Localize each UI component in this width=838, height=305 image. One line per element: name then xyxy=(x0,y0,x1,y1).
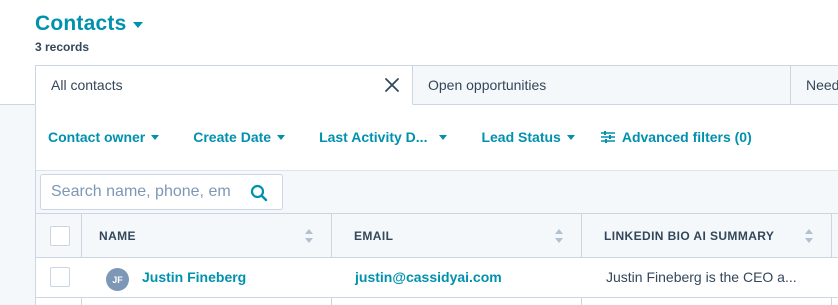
avatar: JF xyxy=(106,268,129,291)
page-title: Contacts xyxy=(35,12,127,35)
chevron-down-icon xyxy=(439,134,448,140)
column-header-email[interactable]: EMAIL xyxy=(354,213,393,258)
tab-need[interactable]: Need xyxy=(790,65,838,105)
chevron-down-icon xyxy=(277,134,286,140)
row-checkbox[interactable] xyxy=(50,267,70,287)
close-icon[interactable] xyxy=(384,77,400,93)
sort-icon[interactable] xyxy=(805,229,813,243)
filter-label: Create Date xyxy=(193,129,272,145)
page-header: Contacts 3 records xyxy=(35,12,144,54)
contact-name-link[interactable]: Justin Fineberg xyxy=(142,269,246,285)
filter-create-date[interactable]: Create Date xyxy=(193,129,286,145)
chevron-down-icon xyxy=(151,134,160,140)
tab-all-contacts[interactable]: All contacts xyxy=(35,65,413,105)
linkedin-summary-cell: Justin Fineberg is the CEO a... xyxy=(606,269,797,285)
column-header-label: NAME xyxy=(99,228,136,243)
search-icon[interactable] xyxy=(250,184,268,202)
chevron-down-icon xyxy=(133,22,144,28)
filter-label: Contact owner xyxy=(48,129,146,145)
filter-contact-owner[interactable]: Contact owner xyxy=(48,129,160,145)
column-header-label: LINKEDIN BIO AI SUMMARY xyxy=(604,228,775,243)
sort-icon[interactable] xyxy=(555,229,563,243)
filter-label: Lead Status xyxy=(481,129,561,145)
tab-label: Open opportunities xyxy=(428,77,547,93)
contacts-view-dropdown[interactable]: Contacts xyxy=(35,12,144,36)
sort-icon[interactable] xyxy=(305,229,313,243)
filter-label: Last Activity D... xyxy=(319,129,428,145)
search-input[interactable] xyxy=(51,183,241,201)
record-count: 3 records xyxy=(35,40,90,54)
tab-open-opportunities[interactable]: Open opportunities xyxy=(412,65,791,105)
column-header-name[interactable]: NAME xyxy=(99,213,136,258)
advanced-filters-button[interactable]: Advanced filters (0) xyxy=(600,129,752,145)
table-row: JF Justin Fineberg justin@cassidyai.com … xyxy=(36,258,838,298)
filter-bar: Contact owner Create Date Last Activity … xyxy=(48,128,752,146)
contact-email-link[interactable]: justin@cassidyai.com xyxy=(355,269,502,285)
filter-sliders-icon xyxy=(600,131,615,143)
filter-lead-status[interactable]: Lead Status xyxy=(481,129,575,145)
filter-label: Advanced filters (0) xyxy=(621,129,752,145)
tab-label: All contacts xyxy=(51,77,123,93)
tab-label: Need xyxy=(806,77,838,93)
select-all-checkbox[interactable] xyxy=(50,226,70,246)
search-box xyxy=(40,174,283,210)
chevron-down-icon xyxy=(566,134,575,140)
column-header-label: EMAIL xyxy=(354,228,394,243)
filter-last-activity[interactable]: Last Activity D... xyxy=(319,129,448,145)
column-header-linkedin-summary[interactable]: LINKEDIN BIO AI SUMMARY xyxy=(604,213,774,258)
